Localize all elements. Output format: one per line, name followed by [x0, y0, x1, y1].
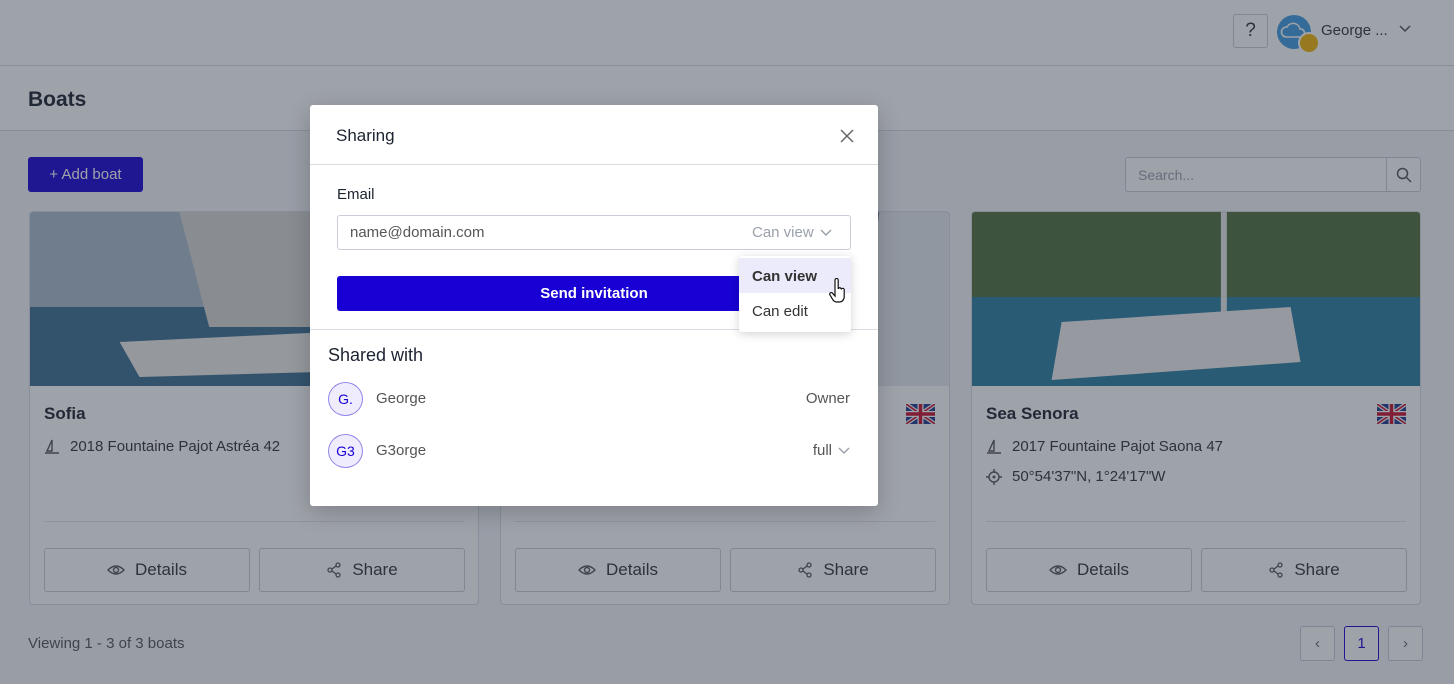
permission-select[interactable]: Can view [752, 224, 832, 241]
user-initials-avatar: G3 [328, 434, 363, 468]
user-initials-avatar: G. [328, 382, 363, 416]
close-icon[interactable] [838, 127, 856, 145]
shared-user-row: G. George Owner [328, 382, 850, 416]
email-field[interactable]: name@domain.com Can view [337, 215, 851, 250]
shared-user-role-select[interactable]: full [813, 442, 850, 459]
shared-user-role: Owner [805, 390, 850, 407]
shared-user-name: George [376, 390, 427, 407]
shared-user-name: G3orge [376, 442, 427, 459]
hand-cursor-icon [829, 278, 845, 303]
shared-with-title: Shared with [328, 345, 424, 365]
chevron-down-icon [838, 447, 850, 454]
shared-user-row: G3 G3orge full [328, 434, 850, 468]
email-placeholder: name@domain.com [350, 224, 485, 241]
chevron-down-icon [820, 229, 832, 236]
email-label: Email [337, 186, 375, 203]
modal-title: Sharing [336, 126, 395, 145]
modal-divider [310, 164, 878, 165]
permission-select-value: Can view [752, 224, 814, 241]
